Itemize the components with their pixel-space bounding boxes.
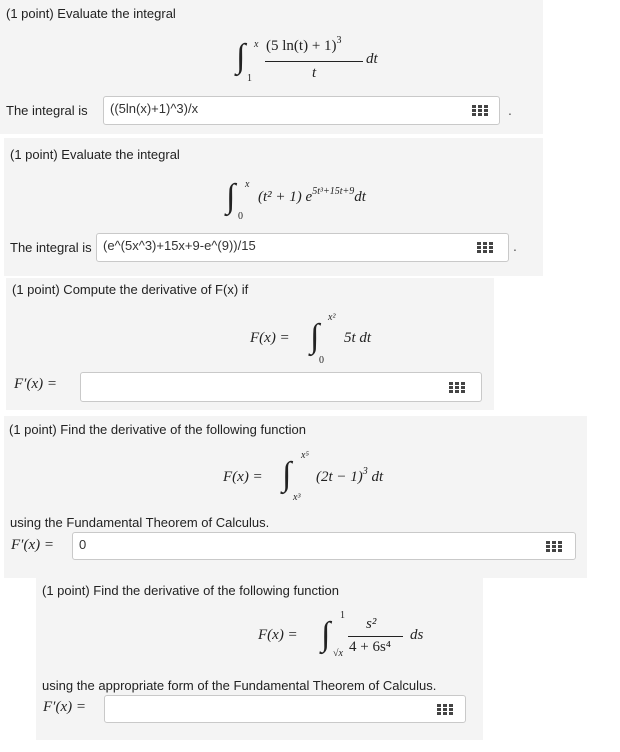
trailing-dot: . bbox=[513, 238, 517, 254]
problem-2-header: (1 point) Evaluate the integral bbox=[10, 147, 180, 162]
lower-limit: 0 bbox=[319, 355, 324, 366]
integral-sign: ∫ bbox=[226, 178, 236, 215]
lower-limit: 1 bbox=[247, 73, 252, 84]
problem-3-header: (1 point) Compute the derivative of F(x)… bbox=[12, 282, 249, 297]
function-lhs: F(x) = bbox=[250, 330, 290, 346]
integral-sign: ∫ bbox=[282, 456, 292, 493]
answer-label: F′(x) = bbox=[14, 376, 57, 392]
differential: dt bbox=[366, 51, 378, 67]
lower-limit: x³ bbox=[293, 492, 301, 503]
answer-input[interactable]: ((5ln(x)+1)^3)/x bbox=[103, 96, 500, 125]
grid-icon[interactable] bbox=[436, 703, 458, 717]
function-lhs: F(x) = bbox=[258, 627, 298, 643]
upper-limit: x bbox=[245, 179, 250, 190]
answer-label: F′(x) = bbox=[11, 537, 54, 553]
integrand: (2t − 1)3 dt bbox=[316, 466, 384, 485]
answer-label: F′(x) = bbox=[43, 699, 86, 715]
integral-sign: ∫ bbox=[321, 616, 331, 653]
integrand-numerator: (5 ln(t) + 1)3 bbox=[266, 35, 342, 54]
problem-3-panel: (1 point) Compute the derivative of F(x)… bbox=[6, 278, 494, 410]
answer-label: The integral is bbox=[10, 240, 92, 255]
integrand-denominator: 4 + 6s⁴ bbox=[349, 639, 392, 655]
upper-limit: x bbox=[254, 39, 259, 50]
grid-icon[interactable] bbox=[545, 540, 567, 554]
problem-2-panel: (1 point) Evaluate the integral ∫ x 0 (t… bbox=[4, 138, 543, 276]
function-lhs: F(x) = bbox=[223, 469, 263, 485]
integrand-denominator: t bbox=[312, 65, 317, 81]
footer-text: using the appropriate form of the Fundam… bbox=[42, 678, 437, 693]
upper-limit: x⁵ bbox=[301, 450, 309, 461]
answer-input[interactable]: 0 bbox=[72, 532, 576, 560]
problem-1-panel: (1 point) Evaluate the integral ∫ x 1 (5… bbox=[0, 0, 543, 134]
grid-icon[interactable] bbox=[476, 241, 498, 255]
fraction-bar bbox=[348, 636, 403, 637]
problem-4-panel: (1 point) Find the derivative of the fol… bbox=[4, 416, 587, 578]
trailing-dot: . bbox=[508, 102, 512, 118]
integrand: 5t dt bbox=[344, 330, 372, 346]
upper-limit: x² bbox=[328, 312, 336, 323]
fraction-bar bbox=[265, 61, 363, 62]
grid-icon[interactable] bbox=[448, 381, 470, 395]
problem-5-header: (1 point) Find the derivative of the fol… bbox=[42, 583, 340, 598]
integral-sign: ∫ bbox=[236, 38, 246, 75]
answer-label: The integral is bbox=[6, 103, 88, 118]
answer-input[interactable]: (e^(5x^3)+15x+9-e^(9))/15 bbox=[96, 233, 509, 262]
answer-input[interactable] bbox=[104, 695, 466, 723]
footer-text: using the Fundamental Theorem of Calculu… bbox=[10, 515, 270, 530]
integrand-numerator: s² bbox=[366, 616, 377, 632]
lower-limit: 0 bbox=[238, 211, 243, 222]
problem-5-panel: (1 point) Find the derivative of the fol… bbox=[36, 578, 483, 740]
answer-input[interactable] bbox=[80, 372, 482, 402]
grid-icon[interactable] bbox=[471, 104, 493, 118]
integral-sign: ∫ bbox=[310, 318, 320, 355]
lower-limit: √x bbox=[333, 648, 343, 659]
problem-4-header: (1 point) Find the derivative of the fol… bbox=[9, 422, 307, 437]
integrand: (t² + 1) e5t³+15t+9dt bbox=[258, 186, 366, 205]
problem-1-header: (1 point) Evaluate the integral bbox=[6, 6, 176, 21]
differential: ds bbox=[410, 627, 424, 643]
upper-limit: 1 bbox=[340, 610, 345, 621]
